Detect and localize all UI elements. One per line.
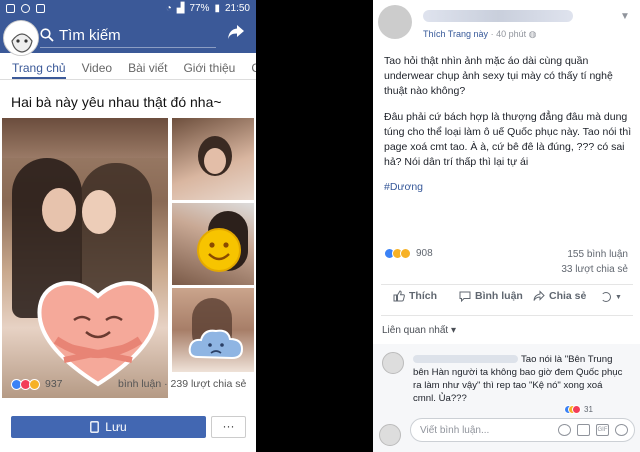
comment-input-placeholder: Viết bình luận... — [420, 424, 490, 436]
reaction-summary[interactable]: 908 — [384, 248, 433, 259]
like-page-link[interactable]: Thích Trang này — [423, 29, 488, 39]
camera-icon[interactable] — [577, 424, 590, 436]
thumbs-up-icon — [393, 290, 405, 302]
post-meta: Thích Trang này · 40 phút ◍ — [423, 29, 537, 39]
like-label: Thích — [409, 290, 437, 302]
sad-cloud-sticker — [188, 329, 244, 360]
gif-icon[interactable]: GIF — [596, 424, 609, 436]
post-body: Tao hỏi thật nhìn ảnh mặc áo dài cùng qu… — [384, 54, 634, 206]
comment-sort-label: Liên quan nhất ▾ — [382, 325, 456, 336]
post-photo-2[interactable] — [172, 118, 254, 200]
reaction-count: 908 — [416, 248, 433, 259]
globe-icon: ◍ — [528, 29, 537, 39]
bookmark-icon — [90, 421, 100, 433]
post-actions: Thích Bình luận Chia sẻ ▼ — [373, 290, 640, 310]
clock: 21:50 — [224, 3, 250, 14]
desktop-post: Thích Trang này · 40 phút ◍ ▼ Tao hỏi th… — [373, 0, 640, 452]
status-bar: ◔ ▟ 77% ▮ 21:50 — [0, 0, 256, 17]
notification-icon — [36, 4, 45, 13]
post-title: Hai bà này yêu nhau thật đó nha~ — [11, 94, 222, 110]
wifi-icon: ◔ — [165, 3, 172, 14]
tab-home[interactable]: Trang chủ — [12, 58, 66, 79]
save-label: Lưu — [105, 420, 127, 434]
signal-icon: ▟ — [176, 3, 185, 14]
tab-video[interactable]: Video — [82, 58, 112, 79]
share-arrow-icon[interactable] — [226, 24, 246, 44]
comment-text-start: Tao nói là "Bên — [521, 354, 586, 365]
comment-reactions[interactable]: 31 — [564, 405, 593, 414]
poster-name-blurred — [423, 10, 573, 22]
share-count[interactable]: 33 lượt chia sẻ — [561, 264, 628, 275]
emoji-icon[interactable] — [558, 424, 571, 436]
like-button[interactable]: Thích — [393, 290, 437, 302]
tab-posts[interactable]: Bài viết — [128, 58, 167, 79]
comment-count[interactable]: 155 bình luận — [567, 249, 628, 260]
search-underline — [40, 47, 216, 48]
share-label: Chia sẻ — [549, 290, 587, 302]
page-avatar[interactable] — [3, 20, 39, 56]
battery-percent: 77% — [189, 3, 210, 14]
save-button[interactable]: Lưu — [11, 416, 206, 438]
avatar-small-icon — [601, 292, 611, 302]
screenshot-composite: ◔ ▟ 77% ▮ 21:50 Tìm kiếm Trang chủ Video… — [0, 0, 640, 452]
post-paragraph-1: Tao hỏi thật nhìn ảnh mặc áo dài cùng qu… — [384, 55, 613, 98]
poster-avatar[interactable] — [378, 5, 412, 39]
comment-share-stats[interactable]: bình luận · 239 lượt chia sẻ — [118, 378, 246, 390]
comment-reaction-count: 31 — [584, 405, 593, 414]
comment-text-rest: Trung bên Hàn người ta không bao giờ đem… — [413, 354, 623, 404]
chevron-down-icon[interactable]: ▼ — [620, 11, 630, 22]
share-button[interactable]: Chia sẻ — [533, 290, 586, 302]
caret-down-icon: ▼ — [615, 293, 622, 301]
search-field[interactable]: Tìm kiếm — [40, 23, 216, 47]
heart-hug-sticker — [37, 281, 159, 387]
viewer-avatar — [379, 424, 401, 446]
reaction-summary[interactable]: 937 — [11, 378, 63, 390]
reaction-count: 937 — [45, 378, 63, 390]
smiley-emoji-sticker — [197, 228, 241, 272]
audience-selector[interactable]: ▼ — [601, 292, 622, 302]
tab-community[interactable]: Cộ — [251, 58, 256, 79]
chat-icon — [21, 4, 30, 13]
comment-text: Tao nói là "Bên Trung bên Hàn người ta k… — [413, 353, 627, 405]
wow-reaction-icon — [400, 248, 411, 259]
comment-icon — [459, 291, 471, 302]
search-placeholder: Tìm kiếm — [59, 26, 121, 44]
commenter-avatar[interactable] — [382, 352, 404, 374]
divider — [381, 315, 633, 316]
comment-label: Bình luận — [475, 290, 523, 302]
mobile-screenshot: ◔ ▟ 77% ▮ 21:50 Tìm kiếm Trang chủ Video… — [0, 0, 256, 452]
more-options-button[interactable]: ··· — [211, 416, 246, 438]
tab-about[interactable]: Giới thiệu — [183, 58, 235, 79]
search-icon — [40, 28, 54, 42]
battery-icon: ▮ — [214, 3, 220, 14]
share-icon — [533, 290, 545, 301]
comment-sort-dropdown[interactable]: Liên quan nhất ▾ — [382, 325, 456, 336]
post-paragraph-2: Đâu phải cứ bách hợp là thượng đẳng đâu … — [384, 110, 632, 169]
love-reaction-icon — [572, 405, 581, 414]
comment-input[interactable]: Viết bình luận... GIF — [410, 418, 635, 442]
comment-button[interactable]: Bình luận — [459, 290, 523, 302]
hashtag-link[interactable]: #Dương — [384, 180, 634, 195]
page-tabs: Trang chủ Video Bài viết Giới thiệu Cộ — [0, 58, 256, 80]
sticker-icon[interactable] — [615, 424, 628, 436]
post-time[interactable]: 40 phút — [496, 29, 526, 39]
haha-reaction-icon — [29, 378, 40, 390]
divider — [381, 284, 633, 285]
instagram-icon — [6, 4, 15, 13]
